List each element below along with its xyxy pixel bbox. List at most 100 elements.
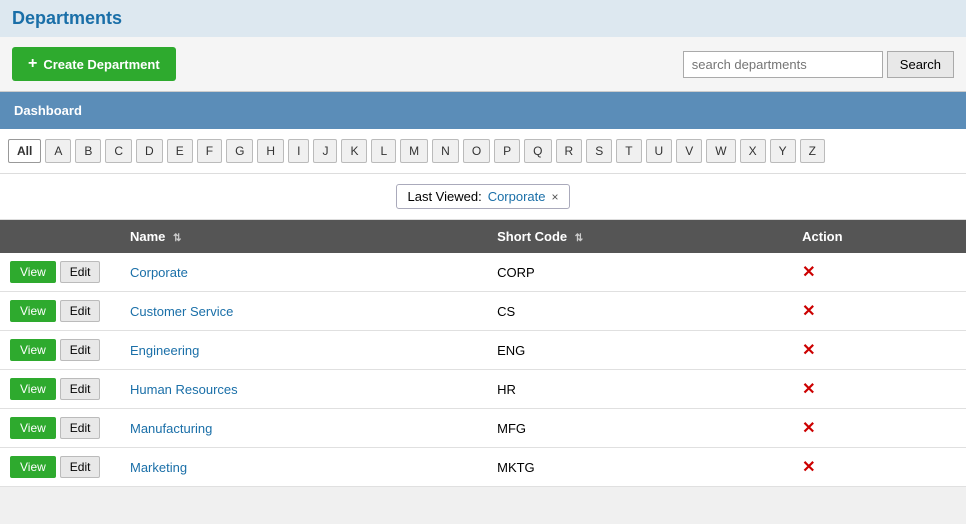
view-button[interactable]: View <box>10 339 56 361</box>
edit-button[interactable]: Edit <box>60 417 101 439</box>
row-action-buttons: View Edit <box>0 448 120 487</box>
edit-button[interactable]: Edit <box>60 378 101 400</box>
department-link[interactable]: Customer Service <box>130 304 233 319</box>
view-button[interactable]: View <box>10 378 56 400</box>
edit-button[interactable]: Edit <box>60 339 101 361</box>
row-name: Corporate <box>120 253 487 292</box>
row-name: Marketing <box>120 448 487 487</box>
table-row: View Edit Customer Service CS ✕ <box>0 292 966 331</box>
alpha-btn-z[interactable]: Z <box>800 139 825 163</box>
toolbar: + Create Department Search <box>0 37 966 92</box>
view-button[interactable]: View <box>10 300 56 322</box>
alpha-btn-c[interactable]: C <box>105 139 132 163</box>
table-header-name[interactable]: Name ⇅ <box>120 220 487 253</box>
alpha-btn-l[interactable]: L <box>371 139 396 163</box>
alpha-btn-d[interactable]: D <box>136 139 163 163</box>
alpha-btn-h[interactable]: H <box>257 139 284 163</box>
row-short-code: HR <box>487 370 792 409</box>
alpha-btn-s[interactable]: S <box>586 139 612 163</box>
alpha-btn-r[interactable]: R <box>556 139 583 163</box>
view-button[interactable]: View <box>10 261 56 283</box>
row-delete: ✕ <box>792 331 966 370</box>
delete-icon[interactable]: ✕ <box>802 381 815 398</box>
delete-icon[interactable]: ✕ <box>802 264 815 281</box>
row-name: Engineering <box>120 331 487 370</box>
alpha-btn-a[interactable]: A <box>45 139 71 163</box>
create-department-label: Create Department <box>43 57 159 72</box>
delete-icon[interactable]: ✕ <box>802 420 815 437</box>
alpha-btn-u[interactable]: U <box>646 139 673 163</box>
search-button[interactable]: Search <box>887 51 954 78</box>
row-short-code: CORP <box>487 253 792 292</box>
alpha-btn-w[interactable]: W <box>706 139 735 163</box>
row-action-buttons: View Edit <box>0 331 120 370</box>
departments-table: Name ⇅Short Code ⇅Action View Edit Corpo… <box>0 220 966 487</box>
alpha-btn-b[interactable]: B <box>75 139 101 163</box>
alpha-btn-j[interactable]: J <box>313 139 337 163</box>
search-area: Search <box>683 51 954 78</box>
table-row: View Edit Corporate CORP ✕ <box>0 253 966 292</box>
alpha-btn-v[interactable]: V <box>676 139 702 163</box>
last-viewed-link[interactable]: Corporate <box>488 189 546 204</box>
plus-icon: + <box>28 55 37 73</box>
last-viewed-tag: Last Viewed: Corporate × <box>396 184 569 209</box>
delete-icon[interactable]: ✕ <box>802 459 815 476</box>
last-viewed-close-icon[interactable]: × <box>552 190 559 204</box>
row-action-buttons: View Edit <box>0 253 120 292</box>
alpha-btn-o[interactable]: O <box>463 139 490 163</box>
alpha-btn-e[interactable]: E <box>167 139 193 163</box>
alpha-btn-g[interactable]: G <box>226 139 253 163</box>
edit-button[interactable]: Edit <box>60 300 101 322</box>
row-short-code: CS <box>487 292 792 331</box>
last-viewed-label: Last Viewed: <box>407 189 481 204</box>
sort-icon: ⇅ <box>173 233 181 244</box>
edit-button[interactable]: Edit <box>60 261 101 283</box>
alpha-btn-n[interactable]: N <box>432 139 459 163</box>
sort-icon: ⇅ <box>575 233 583 244</box>
alpha-btn-p[interactable]: P <box>494 139 520 163</box>
search-input[interactable] <box>683 51 883 78</box>
row-action-buttons: View Edit <box>0 370 120 409</box>
alpha-btn-i[interactable]: I <box>288 139 309 163</box>
alpha-btn-f[interactable]: F <box>197 139 222 163</box>
row-delete: ✕ <box>792 409 966 448</box>
table-row: View Edit MarketingMKTG✕ <box>0 448 966 487</box>
delete-icon[interactable]: ✕ <box>802 342 815 359</box>
view-button[interactable]: View <box>10 456 56 478</box>
view-button[interactable]: View <box>10 417 56 439</box>
row-name: Human Resources <box>120 370 487 409</box>
alpha-btn-x[interactable]: X <box>740 139 766 163</box>
alpha-btn-m[interactable]: M <box>400 139 428 163</box>
alpha-btn-all[interactable]: All <box>8 139 41 163</box>
department-link[interactable]: Marketing <box>130 460 187 475</box>
alpha-btn-t[interactable]: T <box>616 139 641 163</box>
alpha-btn-k[interactable]: K <box>341 139 367 163</box>
alpha-btn-q[interactable]: Q <box>524 139 551 163</box>
top-bar: Departments <box>0 0 966 37</box>
create-department-button[interactable]: + Create Department <box>12 47 176 81</box>
dashboard-label: Dashboard <box>14 103 82 118</box>
delete-icon[interactable]: ✕ <box>802 303 815 320</box>
row-delete: ✕ <box>792 370 966 409</box>
department-link[interactable]: Manufacturing <box>130 421 212 436</box>
row-delete: ✕ <box>792 253 966 292</box>
row-delete: ✕ <box>792 448 966 487</box>
table-header-actions-empty <box>0 220 120 253</box>
edit-button[interactable]: Edit <box>60 456 101 478</box>
page-title: Departments <box>12 8 122 28</box>
alpha-btn-y[interactable]: Y <box>770 139 796 163</box>
row-action-buttons: View Edit <box>0 292 120 331</box>
department-link[interactable]: Engineering <box>130 343 199 358</box>
row-short-code: MFG <box>487 409 792 448</box>
row-short-code: ENG <box>487 331 792 370</box>
row-delete: ✕ <box>792 292 966 331</box>
departments-table-container: Name ⇅Short Code ⇅Action View Edit Corpo… <box>0 220 966 487</box>
alphabet-bar: AllABCDEFGHIJKLMNOPQRSTUVWXYZ <box>0 129 966 174</box>
table-row: View Edit Manufacturing MFG ✕ <box>0 409 966 448</box>
table-row: View Edit Engineering ENG ✕ <box>0 331 966 370</box>
department-link[interactable]: Corporate <box>130 265 188 280</box>
dashboard-bar: Dashboard <box>0 92 966 129</box>
table-header-row: Name ⇅Short Code ⇅Action <box>0 220 966 253</box>
department-link[interactable]: Human Resources <box>130 382 238 397</box>
table-header-short-code[interactable]: Short Code ⇅ <box>487 220 792 253</box>
